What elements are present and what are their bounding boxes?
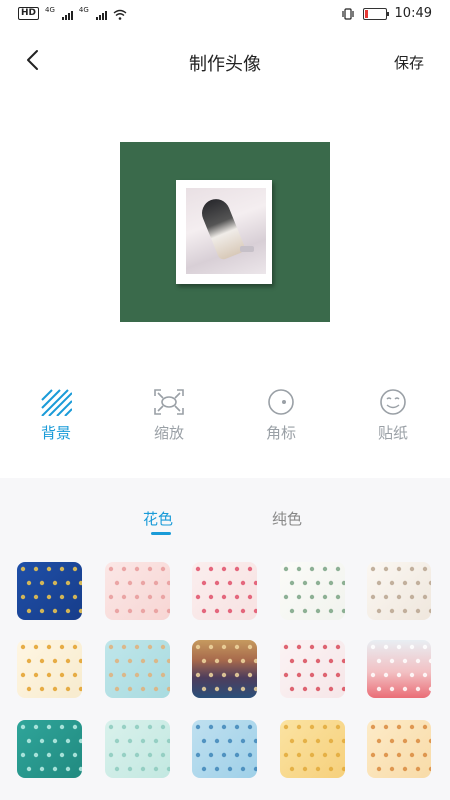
leaves-pattern[interactable] — [280, 562, 345, 620]
pattern-motif — [283, 644, 345, 692]
watermelon-pattern[interactable] — [192, 562, 257, 620]
status-left: HD 4G 4G — [18, 7, 127, 20]
battery-level — [364, 9, 368, 18]
pink-pigs-pattern[interactable] — [105, 562, 170, 620]
pattern-motif — [195, 566, 257, 614]
pattern-motif — [20, 644, 82, 692]
pattern-motif — [108, 644, 170, 692]
diagonal-stripes-icon — [41, 389, 72, 416]
tool-label: 角标 — [265, 424, 296, 442]
tab-label: 花色 — [143, 510, 174, 528]
battery-icon — [362, 7, 389, 20]
signal-icon-2 — [95, 11, 107, 20]
shiba-blue-pattern[interactable] — [105, 640, 170, 698]
tool-scale[interactable]: 缩放 — [139, 388, 199, 443]
pattern-motif — [283, 566, 345, 614]
smiley-icon — [380, 389, 406, 415]
pattern-motif — [370, 566, 431, 614]
badge-circle-icon — [268, 389, 294, 415]
tool-label: 背景 — [40, 424, 71, 442]
pattern-tabs: 花色 纯色 — [0, 508, 450, 535]
vibrate-icon — [341, 7, 354, 20]
clock: 10:49 — [394, 6, 432, 21]
tool-label: 贴纸 — [377, 424, 408, 442]
signal-icon — [61, 11, 73, 20]
photo-frame[interactable] — [176, 180, 272, 284]
background-panel: 花色 纯色 — [0, 478, 450, 800]
tool-badge[interactable]: 角标 — [251, 388, 311, 443]
tool-label: 缩放 — [153, 424, 184, 442]
app-header: 制作头像 保存 — [0, 40, 450, 80]
hd-badge: HD — [18, 7, 40, 20]
avatar-photo — [186, 188, 266, 274]
tab-label: 纯色 — [272, 510, 303, 528]
pattern-motif — [108, 724, 170, 772]
yellow-leaves-pattern[interactable] — [280, 720, 345, 778]
pattern-motif — [20, 724, 82, 772]
blue-leaves-pattern[interactable] — [192, 720, 257, 778]
tool-background[interactable]: 背景 — [26, 388, 86, 443]
avatar-canvas[interactable] — [120, 142, 330, 322]
pattern-motif — [195, 724, 257, 772]
tab-pattern[interactable]: 花色 — [143, 508, 174, 535]
network-label-2: 4G — [78, 6, 89, 14]
pineapple-pattern[interactable] — [17, 640, 82, 698]
scale-frame-icon — [154, 389, 184, 415]
tool-sticker[interactable]: 贴纸 — [363, 388, 423, 443]
cats-sketch-pattern[interactable] — [367, 562, 431, 620]
pattern-motif — [108, 566, 170, 614]
mint-wave-pattern[interactable] — [105, 720, 170, 778]
teal-dots-pattern[interactable] — [17, 720, 82, 778]
photo-figure — [197, 194, 247, 262]
status-right: 10:49 — [341, 6, 432, 21]
tool-bar: 背景 缩放 角标 贴纸 — [0, 388, 450, 448]
wifi-icon — [113, 9, 127, 20]
pattern-motif — [370, 644, 431, 692]
scales-gradient-pattern[interactable] — [192, 640, 257, 698]
pattern-motif — [370, 724, 431, 772]
tab-solid[interactable]: 纯色 — [272, 508, 302, 529]
active-tab-indicator — [151, 532, 171, 535]
page-title: 制作头像 — [189, 54, 261, 75]
status-bar: HD 4G 4G 10:49 — [0, 0, 450, 30]
network-label-1: 4G — [45, 6, 55, 14]
shiba-orange-pattern[interactable] — [367, 720, 431, 778]
photo-stamp — [240, 246, 254, 252]
blue-stars-pattern[interactable] — [17, 562, 82, 620]
pattern-motif — [20, 566, 82, 614]
strawberry-pattern[interactable] — [280, 640, 345, 698]
save-button[interactable]: 保存 — [394, 52, 424, 73]
pink-gradient-pattern[interactable] — [367, 640, 431, 698]
pattern-motif — [195, 644, 257, 692]
pattern-motif — [283, 724, 345, 772]
